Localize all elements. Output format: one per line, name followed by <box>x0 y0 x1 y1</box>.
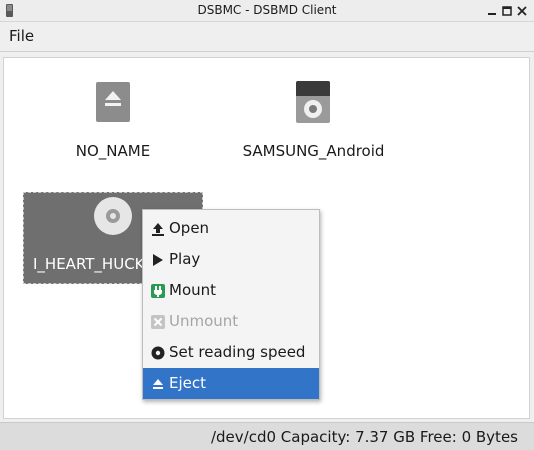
maximize-button[interactable] <box>500 4 514 18</box>
minimize-button[interactable] <box>485 4 499 18</box>
unmount-icon <box>151 315 165 329</box>
status-bar: /dev/cd0 Capacity: 7.37 GB Free: 0 Bytes <box>0 422 534 450</box>
menu-item-eject[interactable]: Eject <box>143 368 319 399</box>
maximize-icon <box>502 6 512 16</box>
menu-item-label: Set reading speed <box>169 343 306 361</box>
menu-item-label: Unmount <box>169 312 239 330</box>
drive-label-i-heart-huck[interactable]: I_HEART_HUCK <box>33 255 153 273</box>
menu-item-label: Mount <box>169 281 217 299</box>
title-bar: DSBMC - DSBMD Client <box>0 0 534 22</box>
menu-item-open[interactable]: Open <box>143 213 319 244</box>
window-title: DSBMC - DSBMD Client <box>197 3 337 17</box>
upload-arrow-icon <box>152 223 164 236</box>
disc-speed-icon <box>151 346 165 360</box>
eject-icon <box>153 379 163 389</box>
menu-item-play[interactable]: Play <box>143 244 319 275</box>
menu-item-label: Eject <box>169 374 207 392</box>
close-button[interactable] <box>515 4 529 18</box>
context-menu: Open Play Mount Unmount Set reading spee… <box>142 209 320 400</box>
minimize-icon <box>488 13 496 15</box>
mount-plug-icon <box>151 284 165 298</box>
drive-label-no-name[interactable]: NO_NAME <box>63 142 163 160</box>
play-icon <box>153 254 163 266</box>
media-player-icon[interactable] <box>296 81 330 123</box>
menu-item-mount[interactable]: Mount <box>143 275 319 306</box>
menu-bar: File <box>0 22 534 52</box>
close-icon <box>517 6 527 16</box>
menu-item-unmount[interactable]: Unmount <box>143 306 319 337</box>
optical-disc-icon <box>94 197 132 235</box>
status-text: /dev/cd0 Capacity: 7.37 GB Free: 0 Bytes <box>210 428 518 446</box>
menu-file[interactable]: File <box>9 27 34 45</box>
menu-item-set-reading-speed[interactable]: Set reading speed <box>143 337 319 368</box>
menu-item-label: Open <box>169 219 210 237</box>
removable-drive-icon[interactable] <box>96 82 130 122</box>
menu-item-label: Play <box>169 250 201 268</box>
drive-label-samsung-android[interactable]: SAMSUNG_Android <box>236 142 391 160</box>
